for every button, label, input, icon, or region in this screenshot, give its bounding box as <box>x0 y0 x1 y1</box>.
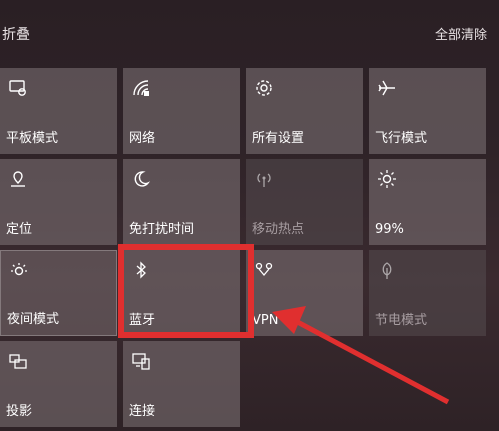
hotspot-icon <box>254 169 274 189</box>
tile-network[interactable]: 网络 <box>123 68 240 154</box>
tile-location[interactable]: 定位 <box>0 159 117 245</box>
tile-label: 平板模式 <box>6 131 59 146</box>
bluetooth-highlight-box <box>118 244 254 338</box>
tile-airplane-mode[interactable]: 飞行模式 <box>369 68 486 154</box>
gear-icon <box>254 78 274 98</box>
tile-label: VPN <box>252 313 279 328</box>
tile-label: 投影 <box>6 404 33 419</box>
tile-label: 定位 <box>6 222 33 237</box>
tile-quiet-hours[interactable]: 免打扰时间 <box>123 159 240 245</box>
tile-label: 所有设置 <box>252 131 305 146</box>
airplane-icon <box>377 78 397 98</box>
tile-project[interactable]: 投影 <box>0 341 117 427</box>
location-icon <box>8 169 28 189</box>
tile-label: 节电模式 <box>375 313 428 328</box>
tile-label: 99% <box>375 222 404 237</box>
action-center-header: 折叠 全部清除 <box>0 0 499 60</box>
tile-label: 移动热点 <box>252 222 305 237</box>
vpn-icon <box>254 260 274 280</box>
tile-label: 免打扰时间 <box>129 222 195 237</box>
tile-tablet-mode[interactable]: 平板模式 <box>0 68 117 154</box>
tile-night-light[interactable]: 夜间模式 <box>0 250 117 336</box>
tablet-mode-icon <box>8 78 28 98</box>
clear-all-button[interactable]: 全部清除 <box>435 24 487 43</box>
tile-label: 飞行模式 <box>375 131 428 146</box>
battery-saver-icon <box>377 260 397 280</box>
connect-icon <box>131 351 151 371</box>
tile-all-settings[interactable]: 所有设置 <box>246 68 363 154</box>
network-icon <box>131 78 151 98</box>
tile-mobile-hotspot[interactable]: 移动热点 <box>246 159 363 245</box>
tile-label: 夜间模式 <box>7 312 60 327</box>
tile-connect[interactable]: 连接 <box>123 341 240 427</box>
collapse-button[interactable]: 折叠 <box>2 24 30 44</box>
tile-label: 连接 <box>129 404 156 419</box>
tile-brightness[interactable]: 99% <box>369 159 486 245</box>
tile-label: 网络 <box>129 131 156 146</box>
tile-vpn[interactable]: VPN <box>246 250 363 336</box>
brightness-icon <box>377 169 397 189</box>
moon-icon <box>131 169 151 189</box>
tile-battery-saver[interactable]: 节电模式 <box>369 250 486 336</box>
night-light-icon <box>9 261 29 281</box>
project-icon <box>8 351 28 371</box>
